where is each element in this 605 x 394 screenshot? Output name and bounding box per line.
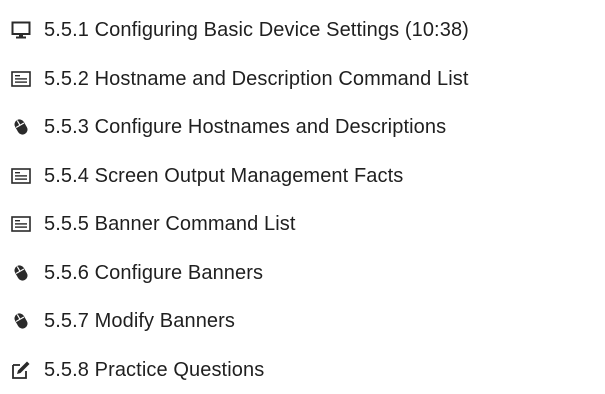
edit-checklist-icon bbox=[10, 359, 32, 381]
lesson-item-5-5-7[interactable]: 5.5.7 Modify Banners bbox=[0, 297, 605, 346]
lesson-item-5-5-6[interactable]: 5.5.6 Configure Banners bbox=[0, 249, 605, 298]
lesson-label: 5.5.4 Screen Output Management Facts bbox=[44, 164, 403, 188]
lesson-label: 5.5.1 Configuring Basic Device Settings … bbox=[44, 18, 469, 42]
lesson-item-5-5-2[interactable]: 5.5.2 Hostname and Description Command L… bbox=[0, 55, 605, 104]
lesson-item-5-5-4[interactable]: 5.5.4 Screen Output Management Facts bbox=[0, 152, 605, 201]
mouse-icon bbox=[10, 116, 32, 138]
mouse-icon bbox=[10, 310, 32, 332]
lesson-label: 5.5.6 Configure Banners bbox=[44, 261, 263, 285]
lesson-item-5-5-8[interactable]: 5.5.8 Practice Questions bbox=[0, 346, 605, 394]
lesson-label: 5.5.5 Banner Command List bbox=[44, 212, 296, 236]
lesson-item-5-5-5[interactable]: 5.5.5 Banner Command List bbox=[0, 200, 605, 249]
lesson-item-5-5-1[interactable]: 5.5.1 Configuring Basic Device Settings … bbox=[0, 6, 605, 55]
lesson-label: 5.5.7 Modify Banners bbox=[44, 309, 235, 333]
document-list-icon bbox=[10, 165, 32, 187]
lesson-item-5-5-3[interactable]: 5.5.3 Configure Hostnames and Descriptio… bbox=[0, 103, 605, 152]
lesson-label: 5.5.2 Hostname and Description Command L… bbox=[44, 67, 469, 91]
mouse-icon bbox=[10, 262, 32, 284]
lesson-label: 5.5.8 Practice Questions bbox=[44, 358, 264, 382]
document-list-icon bbox=[10, 213, 32, 235]
monitor-icon bbox=[10, 19, 32, 41]
lesson-label: 5.5.3 Configure Hostnames and Descriptio… bbox=[44, 115, 446, 139]
document-list-icon bbox=[10, 68, 32, 90]
lesson-list: 5.5.1 Configuring Basic Device Settings … bbox=[0, 0, 605, 394]
